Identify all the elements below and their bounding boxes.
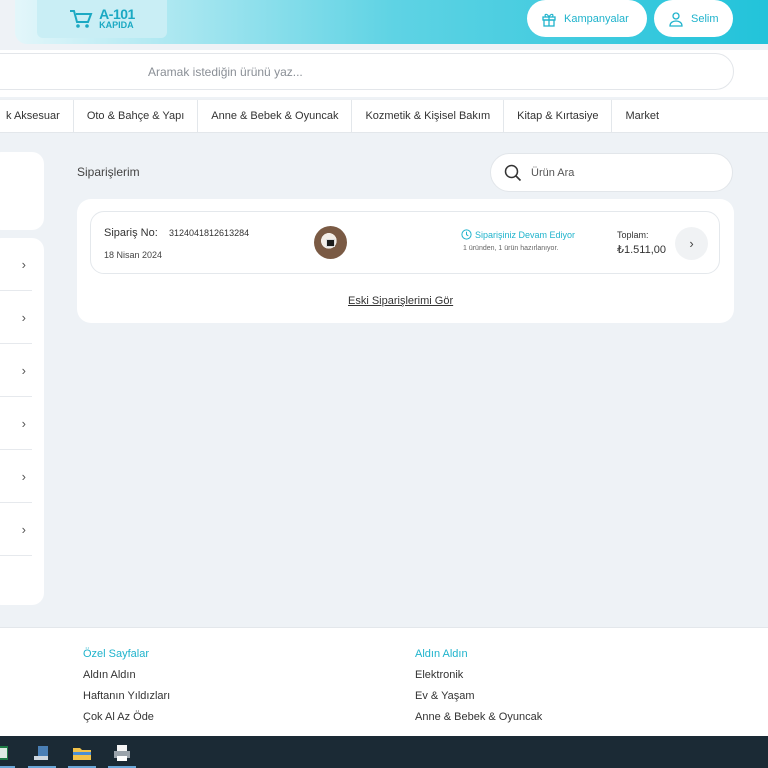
product-search-input[interactable]: Ürün Ara bbox=[490, 153, 733, 192]
category-books[interactable]: Kitap & Kırtasiye bbox=[504, 100, 613, 132]
clock-icon bbox=[461, 229, 472, 240]
order-total-label: Toplam: bbox=[617, 230, 649, 240]
footer-link[interactable]: Çok Al Az Öde bbox=[83, 711, 170, 723]
footer-heading[interactable]: Özel Sayfalar bbox=[83, 648, 170, 660]
sidebar-profile-card bbox=[0, 152, 44, 230]
taskbar-file-explorer[interactable] bbox=[67, 738, 97, 768]
chevron-right-icon: › bbox=[21, 521, 26, 537]
logo-text-bottom: KAPIDA bbox=[99, 19, 134, 30]
footer-link[interactable]: Anne & Bebek & Oyuncak bbox=[415, 711, 542, 723]
order-row[interactable]: Sipariş No: 3124041812613284 18 Nisan 20… bbox=[90, 211, 720, 274]
order-status: Siparişiniz Devam Ediyor bbox=[461, 229, 575, 240]
footer-heading[interactable]: Aldın Aldın bbox=[415, 648, 542, 660]
sidebar-item[interactable]: › bbox=[0, 291, 32, 344]
footer-column-aldin: Aldın Aldın Elektronik Ev & Yaşam Anne &… bbox=[415, 648, 542, 732]
order-status-text: Siparişiniz Devam Ediyor bbox=[475, 229, 576, 240]
footer-link[interactable]: Ev & Yaşam bbox=[415, 690, 542, 702]
footer: Özel Sayfalar Aldın Aldın Haftanın Yıldı… bbox=[0, 627, 768, 736]
category-auto-garden[interactable]: Oto & Bahçe & Yapı bbox=[74, 100, 199, 132]
product-thumbnail bbox=[314, 226, 347, 259]
order-status-detail: 1 üründen, 1 ürün hazırlanıyor. bbox=[463, 245, 559, 252]
taskbar-printer[interactable] bbox=[107, 738, 137, 768]
printer-icon bbox=[114, 745, 130, 761]
order-number-label: Sipariş No: bbox=[104, 227, 158, 239]
excel-icon bbox=[0, 746, 8, 760]
taskbar-excel[interactable] bbox=[0, 738, 16, 768]
order-number: 3124041812613284 bbox=[169, 228, 250, 238]
chevron-right-icon: › bbox=[21, 415, 26, 431]
page-title: Siparişlerim bbox=[77, 165, 140, 179]
sidebar-item[interactable]: › bbox=[0, 397, 32, 450]
sidebar-item[interactable]: › bbox=[0, 344, 32, 397]
category-market[interactable]: Market bbox=[612, 100, 672, 132]
user-name: Selim bbox=[691, 12, 719, 25]
computer-icon bbox=[34, 746, 48, 760]
order-date: 18 Nisan 2024 bbox=[104, 250, 163, 260]
search-area: Aramak istediğin ürünü yaz... bbox=[0, 50, 768, 97]
category-accessories[interactable]: k Aksesuar bbox=[0, 100, 74, 132]
category-nav: k Aksesuar Oto & Bahçe & Yapı Anne & Beb… bbox=[0, 99, 768, 133]
old-orders-link[interactable]: Eski Siparişlerimi Gör bbox=[348, 295, 453, 307]
sidebar-item[interactable]: › bbox=[0, 450, 32, 503]
user-icon bbox=[669, 11, 683, 27]
orders-card: Sipariş No: 3124041812613284 18 Nisan 20… bbox=[77, 199, 734, 323]
chevron-right-icon: › bbox=[21, 256, 26, 272]
footer-link[interactable]: Haftanın Yıldızları bbox=[83, 690, 170, 702]
footer-link[interactable]: Elektronik bbox=[415, 669, 542, 681]
order-total: ₺1.511,00 bbox=[617, 244, 667, 256]
chevron-right-icon: › bbox=[689, 236, 694, 251]
a101-logo[interactable]: A-101 KAPIDA bbox=[37, 0, 167, 38]
chevron-right-icon: › bbox=[21, 362, 26, 378]
taskbar-computer[interactable] bbox=[27, 738, 57, 768]
gift-icon bbox=[542, 13, 556, 27]
os-taskbar bbox=[0, 736, 768, 768]
footer-column-special: Özel Sayfalar Aldın Aldın Haftanın Yıldı… bbox=[83, 648, 170, 732]
search-input[interactable]: Aramak istediğin ürünü yaz... bbox=[0, 53, 734, 90]
sidebar-item[interactable]: › bbox=[0, 503, 32, 556]
search-icon bbox=[504, 164, 522, 181]
footer-link[interactable]: Aldın Aldın bbox=[83, 669, 170, 681]
order-detail-button[interactable]: › bbox=[675, 227, 708, 260]
sidebar-menu: › › › › › › bbox=[0, 238, 44, 605]
chevron-right-icon: › bbox=[21, 468, 26, 484]
folder-icon bbox=[73, 748, 91, 760]
product-search-placeholder: Ürün Ara bbox=[531, 166, 575, 179]
campaigns-button[interactable]: Kampanyalar bbox=[527, 0, 647, 37]
campaigns-label: Kampanyalar bbox=[564, 12, 629, 25]
chevron-right-icon: › bbox=[21, 309, 26, 325]
category-mother-baby[interactable]: Anne & Bebek & Oyuncak bbox=[198, 100, 353, 132]
category-cosmetics[interactable]: Kozmetik & Kişisel Bakım bbox=[352, 100, 505, 132]
sidebar-item[interactable]: › bbox=[0, 238, 32, 291]
cart-icon bbox=[70, 10, 93, 28]
search-placeholder: Aramak istediğin ürünü yaz... bbox=[148, 65, 303, 79]
user-account-button[interactable]: Selim bbox=[654, 0, 733, 37]
